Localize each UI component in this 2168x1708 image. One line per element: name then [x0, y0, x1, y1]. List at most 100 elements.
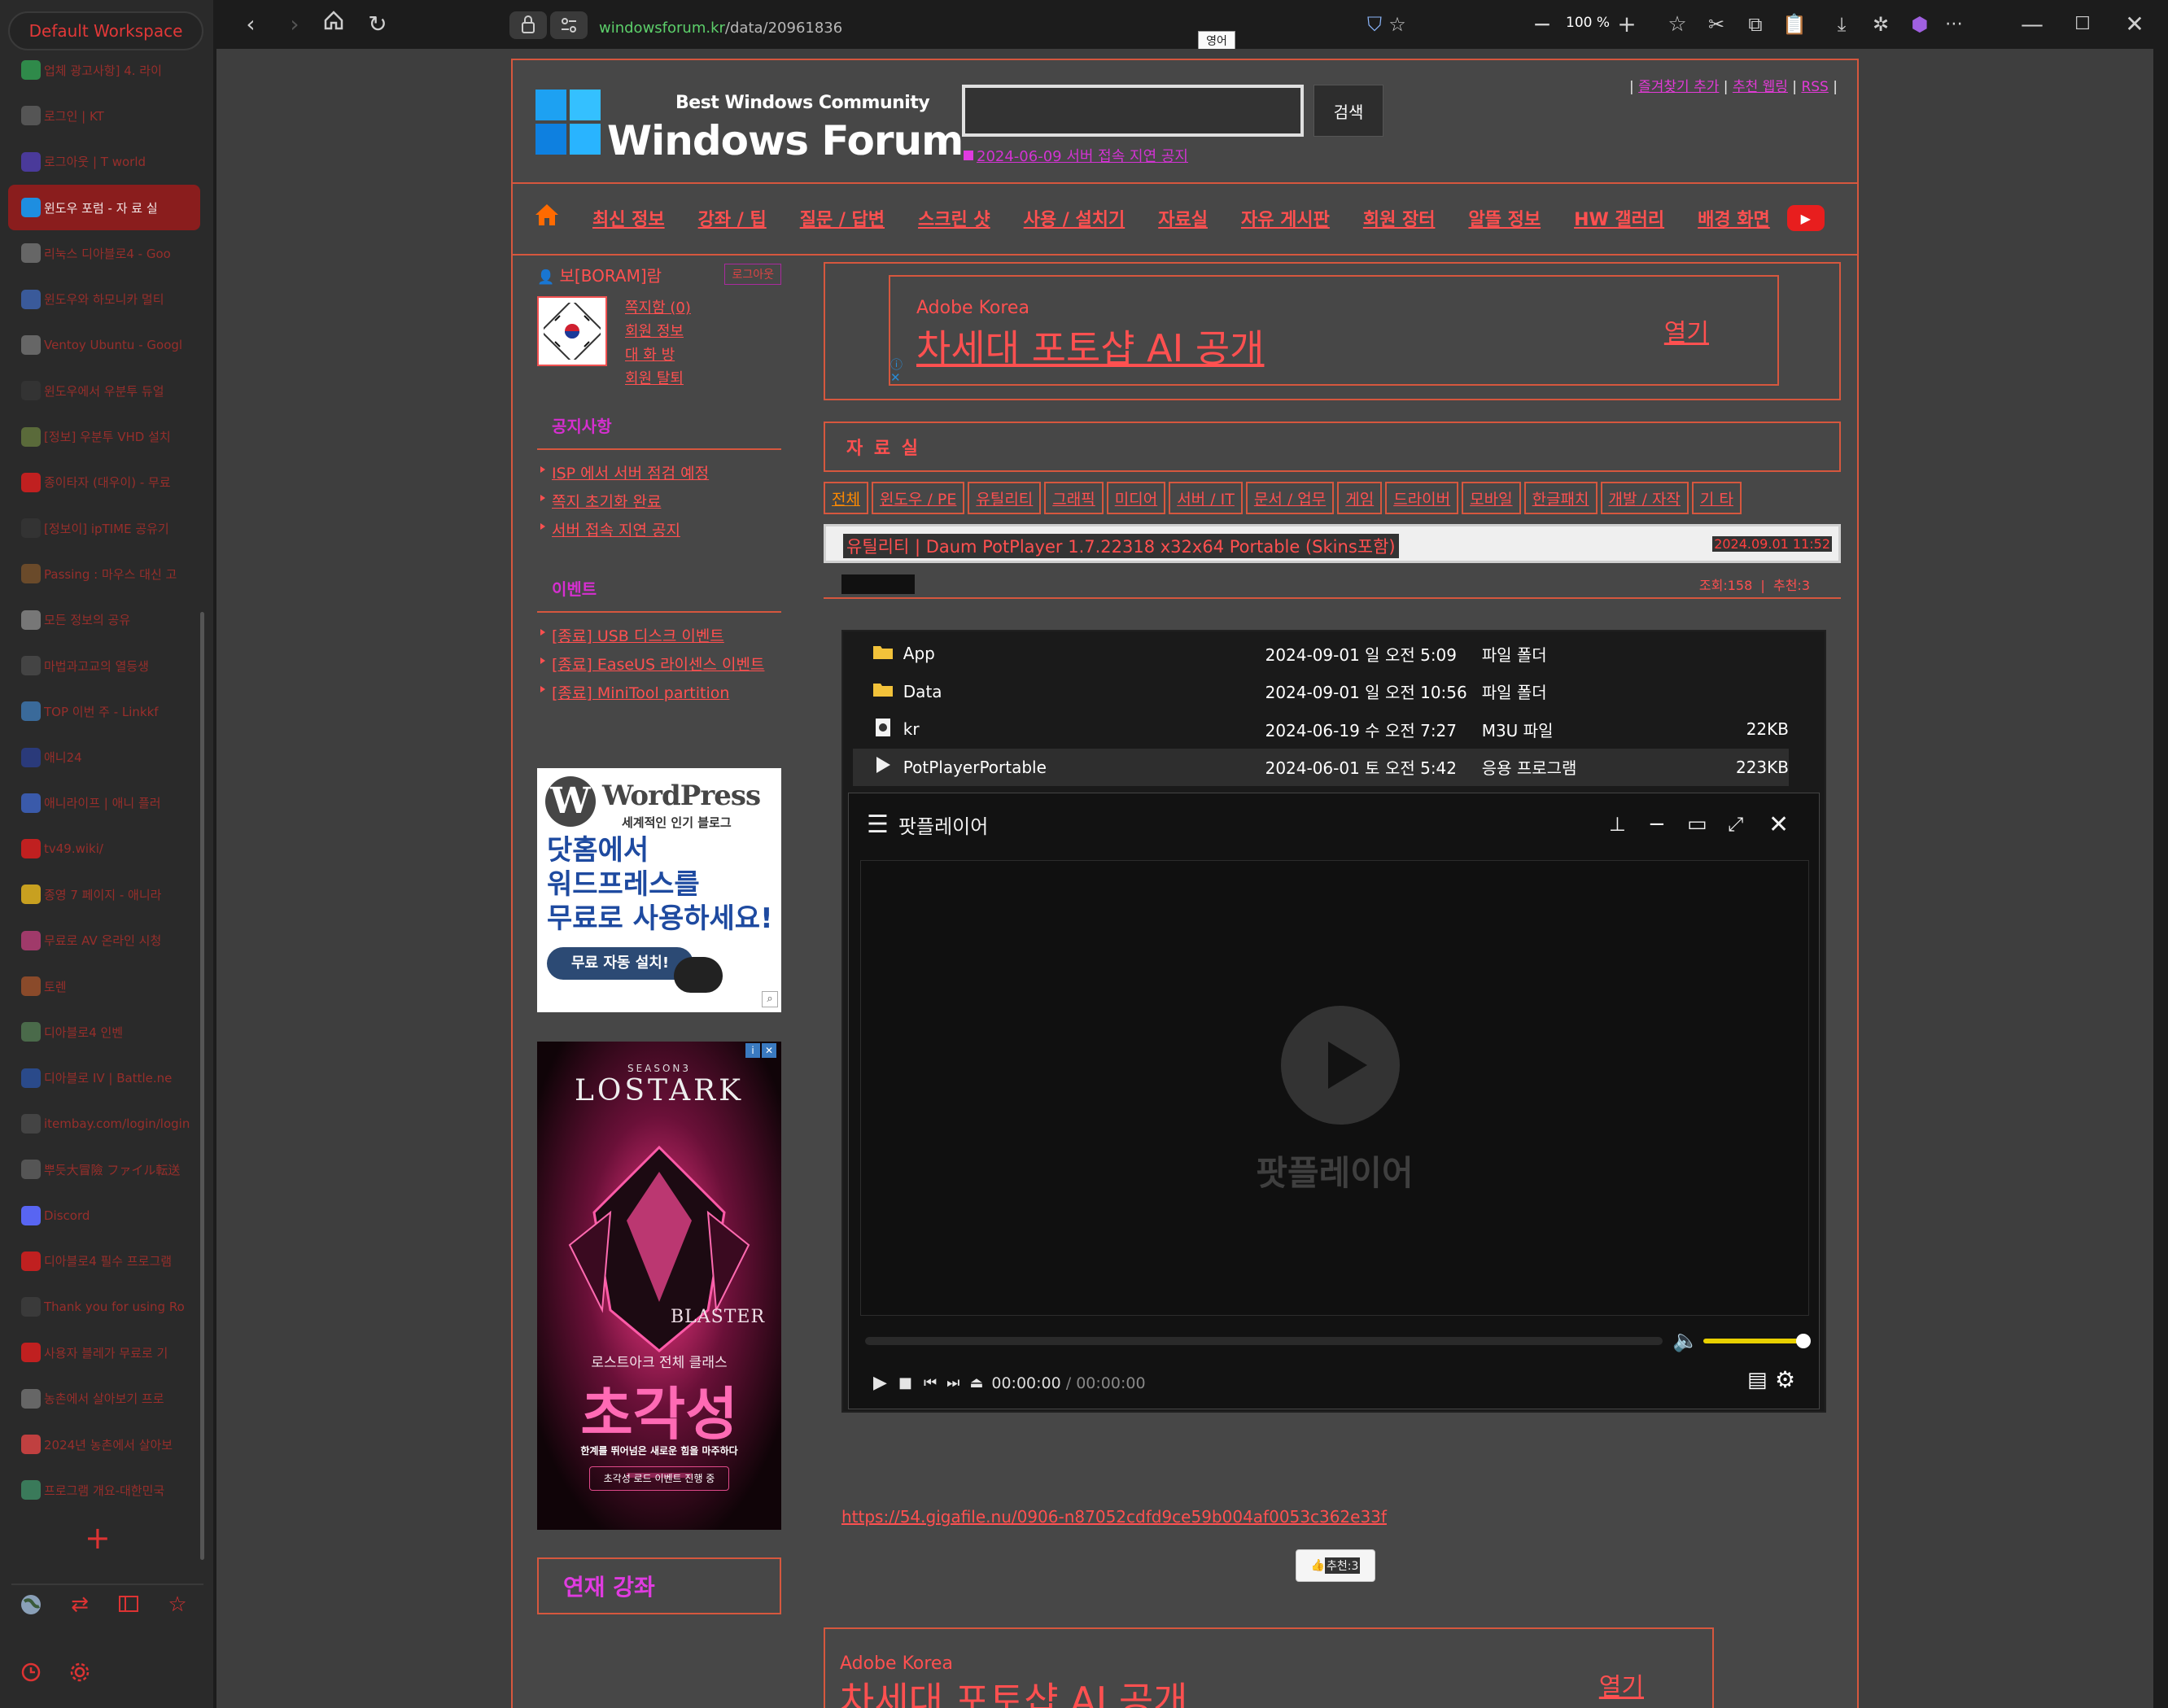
sidebar-tab[interactable]: Passing : 마우스 대신 고	[8, 551, 200, 596]
recommend-button[interactable]: 👍 추천:3	[1296, 1549, 1375, 1582]
volume-icon[interactable]: 🔈	[1672, 1329, 1698, 1353]
category-tab[interactable]: 개발 / 자작	[1600, 482, 1689, 514]
minimize-icon[interactable]: −	[1648, 812, 1666, 837]
sidebar-tab[interactable]: 모든 정보의 공유	[8, 597, 200, 643]
logo-title[interactable]: Windows Forum	[607, 117, 964, 164]
seek-bar[interactable]	[865, 1337, 1663, 1345]
nav-item[interactable]: 강좌 / 팁	[698, 205, 767, 231]
nav-item[interactable]: HW 갤러리	[1574, 205, 1664, 231]
category-tab[interactable]: 기 타	[1691, 482, 1742, 514]
sidebar-tab[interactable]: 디아블로 IV | Battle.ne	[8, 1055, 200, 1101]
event-link[interactable]: [종료] USB 디스크 이벤트	[537, 624, 781, 653]
file-row[interactable]: kr 2024-06-19 수 오전 7:27 M3U 파일 22KB	[853, 710, 1789, 748]
lostark-ad[interactable]: i ✕ SEASON3 LOSTARK BLASTER 로스트아크 전체 클래스…	[537, 1042, 781, 1530]
category-tab[interactable]: 드라이버	[1385, 482, 1459, 514]
maximize-icon[interactable]: ▭	[1687, 812, 1707, 837]
logout-button[interactable]: 로그아웃	[724, 264, 781, 285]
sidebar-tab[interactable]: tv49.wiki/	[8, 826, 200, 871]
category-tab[interactable]: 한글패치	[1523, 482, 1598, 514]
menu-icon[interactable]: ☰	[867, 810, 889, 839]
zoom-out-icon[interactable]: −	[1530, 8, 1554, 41]
sidebar-tab[interactable]: 프로그램 개요-대한민국	[8, 1467, 200, 1513]
nav-item[interactable]: 자유 게시판	[1241, 205, 1330, 231]
sidebar-tab[interactable]: 리눅스 디아블로4 - Goo	[8, 230, 200, 276]
new-tab-icon[interactable]: +	[85, 1520, 111, 1556]
zoom-in-icon[interactable]: +	[1615, 8, 1639, 41]
sidebar-tab[interactable]: 마법과고교의 열등생	[8, 643, 200, 688]
rss-link[interactable]: RSS	[1801, 79, 1828, 95]
stop-icon[interactable]: ■	[898, 1374, 912, 1391]
gear-icon[interactable]: ⚙	[1775, 1366, 1795, 1393]
category-tab[interactable]: 문서 / 업무	[1245, 482, 1335, 514]
add-favorite-link[interactable]: 즐겨찾기 추가	[1638, 79, 1719, 95]
event-link[interactable]: [종료] EaseUS 라이센스 이벤트	[537, 653, 781, 681]
more-icon[interactable]: ⋯	[1940, 8, 1968, 41]
nav-item[interactable]: 최신 정보	[592, 205, 665, 231]
sidebar-tab[interactable]: 로그아웃 | T world	[8, 139, 200, 185]
category-tab[interactable]: 서버 / IT	[1169, 482, 1243, 514]
recommend-webring-link[interactable]: 추천 웹링	[1733, 79, 1788, 95]
windows-logo-icon[interactable]	[535, 90, 602, 159]
sidebar-tab[interactable]: 2024년 농촌에서 살아보	[8, 1422, 200, 1467]
sidebar-tab[interactable]: 디아블로4 필수 프로그램	[8, 1238, 200, 1284]
sidebar-tab[interactable]: 윈도우와 하모니카 멀티	[8, 276, 200, 321]
home-icon[interactable]	[317, 8, 350, 41]
sidebar-scrollbar[interactable]	[200, 612, 204, 1560]
eject-icon[interactable]: ⏏	[969, 1374, 983, 1391]
workspace-button[interactable]: Default Workspace	[8, 11, 203, 50]
sync-icon[interactable]: ⇄	[68, 1593, 91, 1616]
nav-item[interactable]: 배경 화면	[1698, 205, 1770, 231]
sidebar-tab[interactable]: Ventoy Ubuntu - Googl	[8, 322, 200, 368]
nav-item[interactable]: 자료실	[1158, 205, 1208, 231]
lostark-event-button[interactable]: 초각성 로드 이벤트 진행 중	[589, 1466, 729, 1491]
adobe-ad-top[interactable]: Adobe Korea 차세대 포토샵 AI 공개 열기 ⓘ ✕	[824, 262, 1841, 400]
play-icon[interactable]: ▶	[873, 1373, 887, 1393]
search-button[interactable]: 검색	[1313, 85, 1383, 137]
nav-item[interactable]: 스크린 샷	[918, 205, 990, 231]
nav-item[interactable]: 알뜰 정보	[1468, 205, 1541, 231]
reader-icon[interactable]	[117, 1593, 140, 1616]
wp-install-button[interactable]: 무료 자동 설치!	[547, 947, 693, 980]
member-info-link[interactable]: 회원 정보	[625, 320, 691, 343]
notice-link[interactable]: 쪽지 초기화 완료	[537, 490, 781, 518]
ad-close-icon[interactable]: ✕	[762, 1043, 776, 1058]
reload-icon[interactable]: ↻	[361, 8, 394, 41]
download-link[interactable]: https://54.gigafile.nu/0906-n87052cdfd9c…	[841, 1507, 1387, 1527]
favorites-icon[interactable]: ☆	[166, 1593, 189, 1616]
site-settings-icon[interactable]	[550, 11, 588, 39]
download-icon[interactable]: ⤓	[1828, 8, 1855, 41]
sidebar-tab[interactable]: itembay.com/login/login	[8, 1101, 200, 1147]
nav-item[interactable]: 질문 / 답변	[800, 205, 885, 231]
file-row[interactable]: Data 2024-09-01 일 오전 10:56 파일 폴더	[853, 673, 1789, 710]
sidebar-tab[interactable]: 윈도우 포럼 - 자 료 실	[8, 184, 200, 231]
favorites-icon[interactable]: ☆	[1663, 8, 1691, 41]
globe-icon[interactable]	[20, 1593, 42, 1616]
history-icon[interactable]	[20, 1662, 42, 1684]
sidebar-tab[interactable]: TOP 이번 주 - Linkkf	[8, 688, 200, 734]
forward-icon[interactable]: ›	[278, 8, 311, 41]
sidebar-tab[interactable]: 디아블로4 인벤	[8, 1009, 200, 1055]
withdraw-link[interactable]: 회원 탈퇴	[625, 367, 691, 391]
sidebar-tab[interactable]: 뿌듯大冒險 ファイル転送	[8, 1147, 200, 1192]
copilot-icon[interactable]: ⬢	[1906, 8, 1934, 41]
pin-icon[interactable]: ⊥	[1609, 813, 1626, 836]
shield-icon[interactable]: ⛉	[1362, 8, 1387, 41]
sidebar-tab[interactable]: 농촌에서 살아보기 프로	[8, 1376, 200, 1422]
fullscreen-icon[interactable]: ⤢	[1728, 813, 1743, 836]
settings-icon[interactable]	[68, 1662, 91, 1684]
message-box-link[interactable]: 쪽지함 (0)	[625, 296, 691, 320]
minimize-icon[interactable]: —	[2018, 8, 2046, 41]
maximize-icon[interactable]: ☐	[2069, 8, 2096, 41]
nav-item[interactable]: 사용 / 설치기	[1024, 205, 1126, 231]
category-tab[interactable]: 미디어	[1106, 482, 1166, 514]
video-area[interactable]: 팟플레이어	[860, 860, 1809, 1316]
ad-info-icon[interactable]: i	[745, 1043, 760, 1058]
event-link[interactable]: [종료] MiniTool partition	[537, 681, 781, 710]
file-row[interactable]: PotPlayerPortable 2024-06-01 토 오전 5:42 응용 …	[853, 748, 1789, 786]
ad-open-link[interactable]: 열기	[1599, 1667, 1644, 1702]
category-tab[interactable]: 모바일	[1462, 482, 1521, 514]
category-tab[interactable]: 그래픽	[1044, 482, 1104, 514]
close-icon[interactable]: ✕	[1768, 810, 1789, 839]
events-heading[interactable]: 이벤트	[537, 576, 781, 613]
copy-icon[interactable]: ⧉	[1742, 8, 1769, 41]
